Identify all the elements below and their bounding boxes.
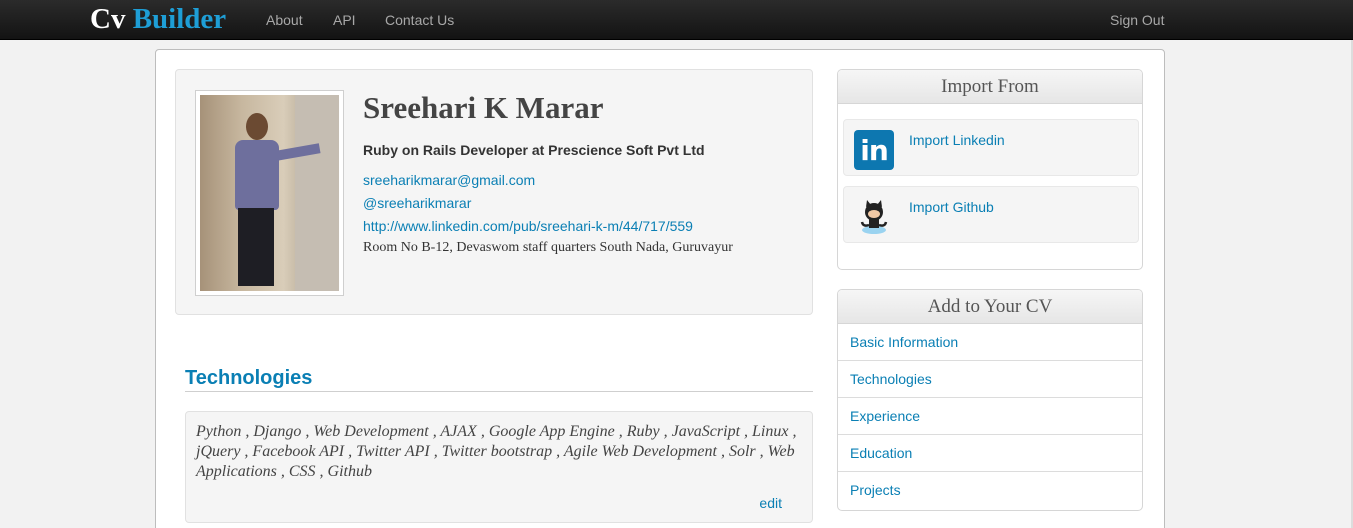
profile-email-link[interactable]: sreeharikmarar@gmail.com (363, 172, 535, 188)
nav-link-api[interactable]: API (333, 12, 356, 28)
brand-logo[interactable]: Cv Builder (90, 3, 226, 35)
add-technologies[interactable]: Technologies (838, 361, 1142, 398)
add-experience[interactable]: Experience (838, 398, 1142, 435)
import-github-item[interactable]: Import Github (843, 186, 1139, 243)
add-to-cv-panel: Add to Your CV Basic Information Technol… (837, 289, 1143, 511)
technologies-list: Python , Django , Web Development , AJAX… (196, 423, 797, 480)
profile-linkedin-link[interactable]: http://www.linkedin.com/pub/sreehari-k-m… (363, 218, 693, 234)
add-experience-link[interactable]: Experience (850, 408, 920, 424)
add-basic-information[interactable]: Basic Information (838, 324, 1142, 361)
add-education[interactable]: Education (838, 435, 1142, 472)
nav-link-contact-us[interactable]: Contact Us (385, 12, 454, 28)
brand-text-builder: Builder (132, 3, 227, 35)
nav-link-about[interactable]: About (266, 12, 303, 28)
profile-headline: Ruby on Rails Developer at Prescience So… (363, 142, 705, 158)
linkedin-icon: in (854, 130, 894, 170)
profile-name: Sreehari K Marar (363, 90, 604, 125)
add-projects-link[interactable]: Projects (850, 482, 901, 498)
import-linkedin-item[interactable]: in Import Linkedin (843, 119, 1139, 176)
add-technologies-link[interactable]: Technologies (850, 371, 932, 387)
profile-photo (195, 90, 344, 296)
technologies-panel: Python , Django , Web Development , AJAX… (185, 411, 813, 523)
profile-twitter-link[interactable]: @sreeharikmarar (363, 195, 471, 211)
profile-panel: Sreehari K Marar Ruby on Rails Developer… (175, 69, 813, 315)
profile-address: Room No B-12, Devaswom staff quarters So… (363, 240, 733, 255)
import-github-link[interactable]: Import Github (909, 199, 994, 215)
import-from-heading: Import From (838, 70, 1142, 104)
main-container: Sreehari K Marar Ruby on Rails Developer… (155, 49, 1165, 528)
top-navbar: Cv Builder About API Contact Us Sign Out (0, 0, 1353, 40)
add-basic-information-link[interactable]: Basic Information (850, 334, 958, 350)
import-from-panel: Import From in Import Linkedin Import Gi… (837, 69, 1143, 270)
import-linkedin-link[interactable]: Import Linkedin (909, 132, 1005, 148)
add-to-cv-heading: Add to Your CV (838, 290, 1142, 324)
add-education-link[interactable]: Education (850, 445, 912, 461)
brand-text-cv: Cv (90, 3, 126, 35)
technologies-edit-link[interactable]: edit (759, 495, 782, 511)
profile-photo-image (200, 95, 339, 291)
github-octocat-icon (854, 197, 894, 237)
sign-out-link[interactable]: Sign Out (1110, 12, 1164, 28)
technologies-heading: Technologies (185, 366, 813, 392)
add-projects[interactable]: Projects (838, 472, 1142, 509)
